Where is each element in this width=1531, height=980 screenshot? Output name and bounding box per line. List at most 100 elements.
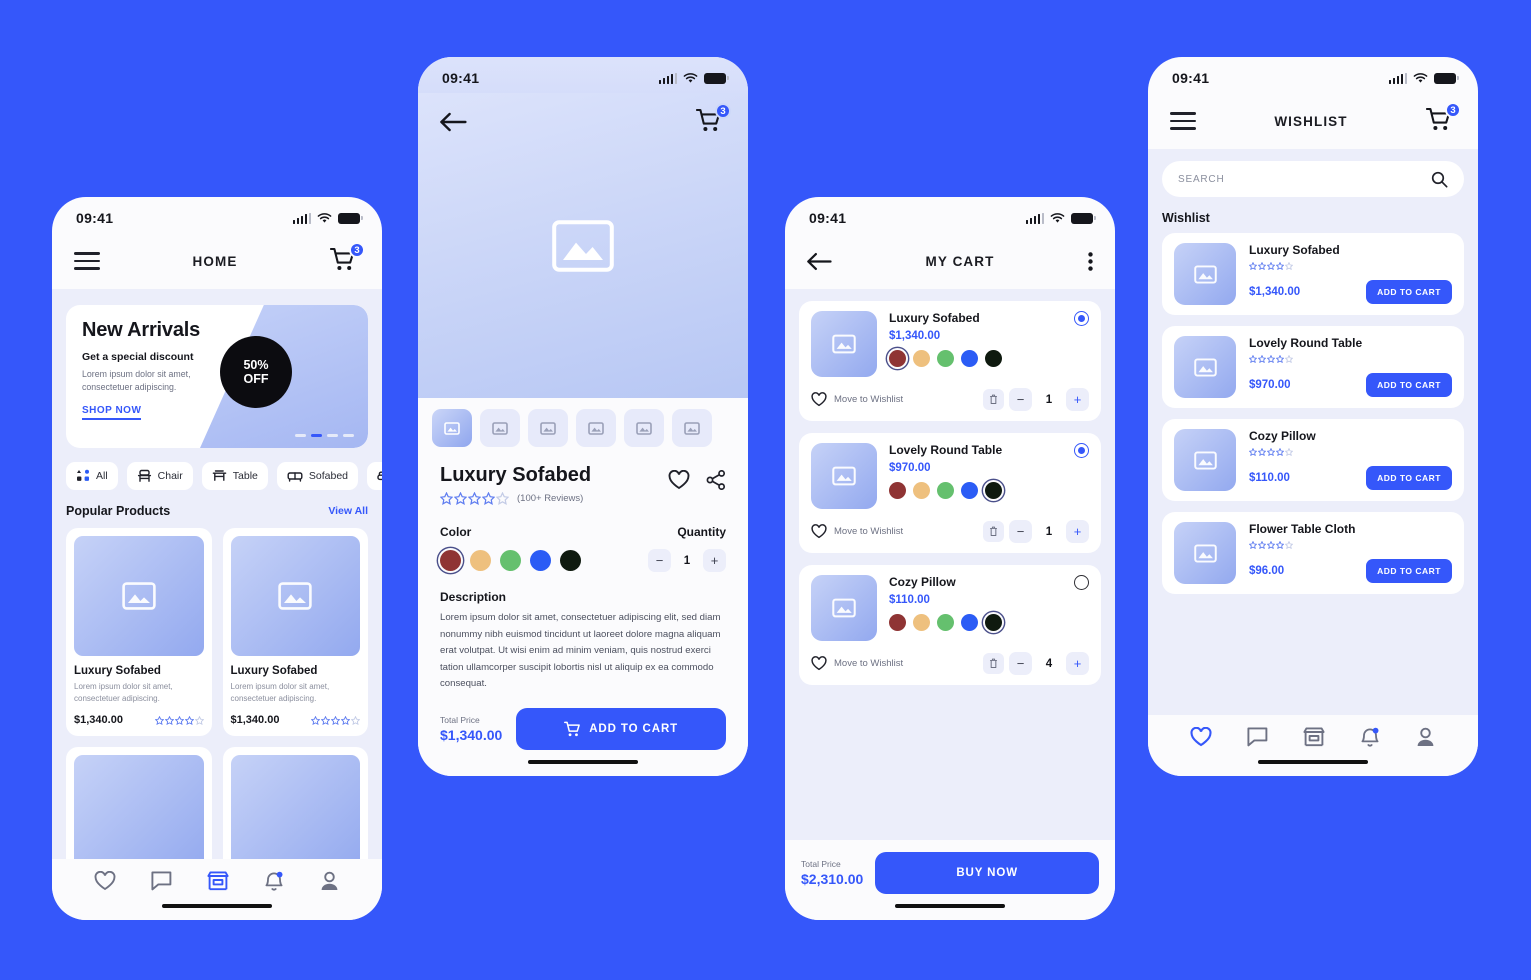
home-indicator-wrap bbox=[785, 893, 1115, 920]
quantity-increase-button[interactable]: + bbox=[1066, 652, 1089, 675]
quantity-increase-button[interactable]: + bbox=[1066, 388, 1089, 411]
thumbnail-item-active[interactable] bbox=[432, 409, 472, 447]
delete-item-button[interactable] bbox=[983, 653, 1004, 674]
product-card[interactable]: Luxury Sofabed Lorem ipsum dolor sit ame… bbox=[66, 528, 212, 736]
search-bar[interactable] bbox=[1162, 161, 1464, 197]
cart-item-select-radio[interactable] bbox=[1074, 575, 1089, 590]
color-swatch-selected[interactable] bbox=[985, 482, 1002, 499]
color-swatch-selected[interactable] bbox=[985, 614, 1002, 631]
color-swatch[interactable] bbox=[985, 350, 1002, 367]
thumbnail-item[interactable] bbox=[624, 409, 664, 447]
carousel-dot[interactable] bbox=[295, 434, 306, 437]
category-chip-sofabed[interactable]: Sofabed bbox=[276, 462, 358, 490]
nav-chat[interactable] bbox=[1247, 727, 1268, 747]
quantity-increase-button[interactable]: + bbox=[1066, 520, 1089, 543]
color-swatch[interactable] bbox=[500, 550, 521, 571]
color-swatch[interactable] bbox=[961, 482, 978, 499]
color-swatch[interactable] bbox=[913, 482, 930, 499]
carousel-dot[interactable] bbox=[327, 434, 338, 437]
product-card[interactable]: Luxury Sofabed Lorem ipsum dolor sit ame… bbox=[222, 528, 368, 736]
carousel-dot-active[interactable] bbox=[311, 434, 322, 437]
product-card[interactable] bbox=[66, 747, 212, 859]
product-title: Luxury Sofabed bbox=[440, 464, 592, 486]
heart-icon[interactable] bbox=[668, 470, 690, 490]
delete-item-button[interactable] bbox=[983, 389, 1004, 410]
nav-profile[interactable] bbox=[1415, 727, 1436, 748]
category-chip-all[interactable]: All bbox=[66, 462, 118, 490]
delete-item-button[interactable] bbox=[983, 521, 1004, 542]
add-to-cart-button[interactable]: ADD TO CART bbox=[1366, 373, 1452, 397]
nav-notifications[interactable] bbox=[1360, 727, 1380, 748]
promo-banner[interactable]: New Arrivals Get a special discount Lore… bbox=[66, 305, 368, 448]
share-icon[interactable] bbox=[706, 470, 726, 490]
category-chip-sofa[interactable] bbox=[367, 462, 382, 490]
quantity-increase-button[interactable]: + bbox=[703, 549, 726, 572]
category-chip-chair[interactable]: Chair bbox=[126, 462, 193, 490]
thumbnail-item[interactable] bbox=[480, 409, 520, 447]
thumbnail-item[interactable] bbox=[576, 409, 616, 447]
cart-button[interactable]: 3 bbox=[695, 103, 731, 136]
search-icon[interactable] bbox=[1431, 171, 1448, 188]
thumbnail-item[interactable] bbox=[672, 409, 712, 447]
menu-icon[interactable] bbox=[1170, 112, 1196, 130]
category-chip-table[interactable]: Table bbox=[201, 462, 268, 490]
color-swatch[interactable] bbox=[961, 614, 978, 631]
color-swatch[interactable] bbox=[560, 550, 581, 571]
add-to-cart-button[interactable]: ADD TO CART bbox=[1366, 466, 1452, 490]
quantity-label: Quantity bbox=[677, 525, 726, 539]
view-all-link[interactable]: View All bbox=[328, 505, 368, 517]
cart-item-select-radio[interactable] bbox=[1074, 443, 1089, 458]
image-icon bbox=[832, 466, 856, 486]
nav-chat[interactable] bbox=[151, 871, 172, 891]
nav-store[interactable] bbox=[207, 871, 229, 891]
color-swatch[interactable] bbox=[889, 614, 906, 631]
move-to-wishlist-button[interactable]: Move to Wishlist bbox=[811, 656, 903, 671]
color-swatch[interactable] bbox=[937, 482, 954, 499]
nav-store[interactable] bbox=[1303, 727, 1325, 747]
chair-icon bbox=[137, 469, 151, 482]
quantity-decrease-button[interactable]: − bbox=[1009, 388, 1032, 411]
color-swatch[interactable] bbox=[913, 614, 930, 631]
carousel-dot[interactable] bbox=[343, 434, 354, 437]
status-time: 09:41 bbox=[809, 210, 847, 226]
star-icon bbox=[1276, 262, 1284, 270]
more-vertical-icon[interactable] bbox=[1088, 251, 1093, 271]
back-arrow-icon[interactable] bbox=[807, 252, 832, 271]
color-swatch[interactable] bbox=[961, 350, 978, 367]
quantity-decrease-button[interactable]: − bbox=[1009, 520, 1032, 543]
color-swatch[interactable] bbox=[937, 350, 954, 367]
menu-icon[interactable] bbox=[74, 252, 100, 270]
quantity-value: 1 bbox=[683, 554, 691, 567]
star-icon bbox=[1267, 541, 1275, 549]
shop-now-link[interactable]: SHOP NOW bbox=[82, 405, 142, 420]
color-swatch-selected[interactable] bbox=[889, 350, 906, 367]
product-card[interactable] bbox=[222, 747, 368, 859]
cart-item-select-radio[interactable] bbox=[1074, 311, 1089, 326]
add-to-cart-button[interactable]: ADD TO CART bbox=[1366, 559, 1452, 583]
back-arrow-icon[interactable] bbox=[440, 112, 467, 132]
color-swatch[interactable] bbox=[913, 350, 930, 367]
add-to-cart-button[interactable]: ADD TO CART bbox=[516, 707, 726, 750]
color-swatch[interactable] bbox=[889, 482, 906, 499]
color-swatch-selected[interactable] bbox=[440, 550, 461, 571]
color-swatch[interactable] bbox=[530, 550, 551, 571]
product-image-placeholder bbox=[230, 536, 360, 656]
nav-notifications[interactable] bbox=[264, 871, 284, 892]
color-swatch[interactable] bbox=[470, 550, 491, 571]
carousel-dots[interactable] bbox=[295, 434, 354, 437]
buy-now-button[interactable]: BUY NOW bbox=[875, 851, 1099, 894]
move-to-wishlist-button[interactable]: Move to Wishlist bbox=[811, 524, 903, 539]
nav-profile[interactable] bbox=[319, 871, 340, 892]
nav-wishlist[interactable] bbox=[1190, 727, 1212, 747]
thumbnail-item[interactable] bbox=[528, 409, 568, 447]
cart-button[interactable]: 3 bbox=[1425, 102, 1461, 135]
quantity-decrease-button[interactable]: − bbox=[648, 549, 671, 572]
add-to-cart-button[interactable]: ADD TO CART bbox=[1366, 280, 1452, 304]
nav-wishlist[interactable] bbox=[94, 871, 116, 891]
search-input[interactable] bbox=[1178, 173, 1431, 185]
move-to-wishlist-button[interactable]: Move to Wishlist bbox=[811, 392, 903, 407]
cart-icon bbox=[564, 721, 581, 736]
color-swatch[interactable] bbox=[937, 614, 954, 631]
cart-button[interactable]: 3 bbox=[329, 242, 365, 275]
quantity-decrease-button[interactable]: − bbox=[1009, 652, 1032, 675]
